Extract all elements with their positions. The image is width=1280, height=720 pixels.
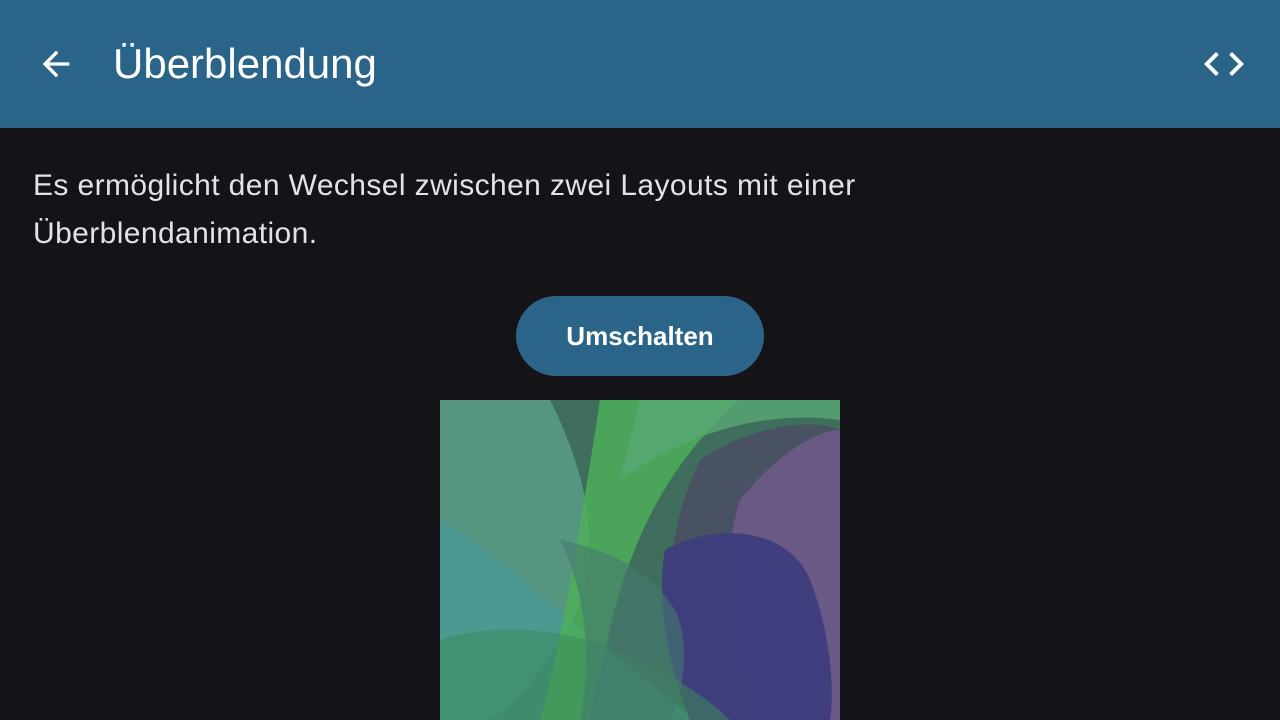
arrow-back-icon (42, 50, 70, 78)
view-code-button[interactable] (1192, 32, 1256, 96)
code-icon (1204, 52, 1244, 76)
top-app-bar: Überblendung (0, 0, 1280, 128)
back-button[interactable] (24, 32, 88, 96)
abstract-wallpaper-image (440, 400, 840, 720)
description-text: Es ermöglicht den Wechsel zwischen zwei … (33, 169, 856, 250)
toggle-button[interactable]: Umschalten (516, 296, 764, 376)
page-title: Überblendung (113, 40, 377, 87)
